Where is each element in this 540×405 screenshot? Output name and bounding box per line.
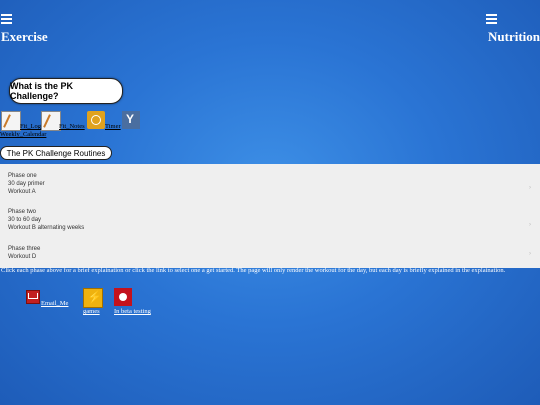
routines-title-button[interactable]: The PK Challenge Routines — [0, 146, 112, 160]
phase-workout: Workout B alternating weeks — [8, 225, 85, 231]
explanation-text: Click each phase above for a brief expla… — [1, 267, 506, 274]
weekly-calendar-link[interactable]: Weekly_Calendar — [0, 131, 46, 138]
exercise-nav-label[interactable]: Exercise — [1, 29, 48, 45]
fit-log-link[interactable]: Fit_Log — [20, 123, 41, 130]
chevron-right-icon: › — [529, 185, 531, 191]
email-icon[interactable] — [26, 290, 40, 304]
menu-icon[interactable] — [1, 14, 12, 25]
phase-item[interactable]: Phase two 30 to 60 day Workout B alterna… — [8, 208, 84, 232]
exercise-nav[interactable]: Exercise — [1, 14, 48, 45]
phase-list: Phase one 30 day primer Workout A › Phas… — [0, 164, 540, 268]
phase-duration: 30 to 60 day — [8, 217, 42, 223]
phase-item[interactable]: Phase three Workout D — [8, 245, 40, 261]
timer-icon[interactable] — [87, 111, 105, 129]
email-me-link[interactable]: Email_Me — [41, 300, 68, 307]
phase-name: Phase two — [8, 209, 37, 215]
notepad-icon[interactable] — [41, 111, 61, 131]
phase-item[interactable]: Phase one 30 day primer Workout A — [8, 172, 45, 196]
games-link[interactable]: games — [83, 308, 100, 315]
phase-name: Phase three — [8, 246, 41, 252]
timer-link[interactable]: Timer — [105, 123, 121, 130]
fit-notes-link[interactable]: Fit_Notes — [59, 123, 85, 130]
notepad-icon[interactable] — [1, 111, 21, 131]
chevron-right-icon: › — [529, 251, 531, 257]
medal-icon[interactable] — [122, 111, 140, 129]
nutrition-nav-label[interactable]: Nutrition — [486, 29, 540, 45]
phase-workout: Workout A — [8, 189, 36, 195]
phase-workout: Workout D — [8, 254, 37, 260]
chevron-right-icon: › — [529, 222, 531, 228]
pk-challenge-button[interactable]: What is the PK Challenge? — [9, 78, 123, 104]
tools-bar: Fit_Log Fit_Notes Timer Weekly_Calendar — [0, 111, 300, 141]
phase-duration: 30 day primer — [8, 181, 45, 187]
gear-icon[interactable] — [114, 288, 132, 306]
nutrition-nav[interactable]: Nutrition — [486, 14, 540, 45]
menu-icon[interactable] — [486, 14, 497, 25]
phase-name: Phase one — [8, 173, 37, 179]
lightning-icon[interactable] — [83, 288, 103, 308]
beta-testing-link[interactable]: In beta testing — [114, 308, 151, 315]
